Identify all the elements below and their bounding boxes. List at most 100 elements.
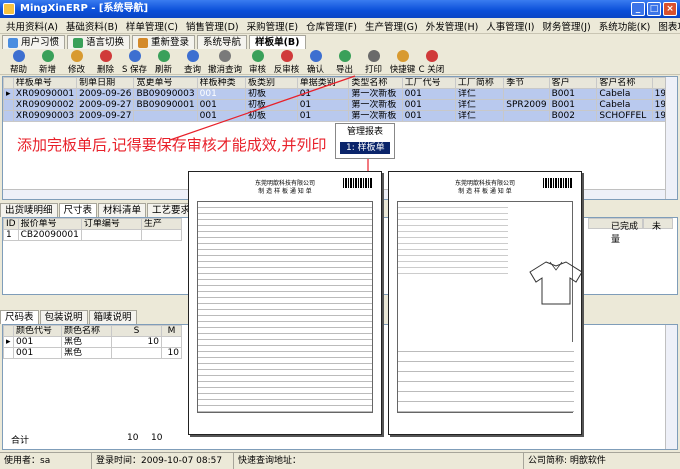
- shortcut-button[interactable]: 快捷键: [388, 49, 417, 75]
- close-button[interactable]: ×: [663, 2, 677, 16]
- popup-item-sample-order[interactable]: 1: 样板单: [340, 142, 390, 154]
- col-header[interactable]: 工厂简称: [454, 77, 505, 89]
- refresh-button[interactable]: 刷新: [149, 49, 178, 75]
- menu-item-charts[interactable]: 图表功能: [654, 19, 680, 33]
- doc-subtitle: 制 造 样 板 通 知 单: [258, 188, 312, 195]
- title-bar: MingXinERP - [系统导航] _ □ ×: [0, 0, 680, 18]
- doc-subtitle: 制 造 样 板 通 知 单: [458, 188, 512, 195]
- col-header[interactable]: 单据类别: [296, 77, 350, 89]
- col-header[interactable]: 工厂代号: [401, 77, 456, 89]
- export-button[interactable]: 导出: [330, 49, 359, 75]
- col-header[interactable]: 宽更单号: [133, 77, 198, 89]
- status-bar: 使用者：sa 登录时间：2009-10-07 08:57 快速查询地址： 公司简…: [0, 452, 680, 469]
- col-header[interactable]: 制单日期: [76, 77, 135, 89]
- report-popup-menu: 管理报表 1: 样板单: [335, 123, 395, 159]
- audit-button[interactable]: 审核: [243, 49, 272, 75]
- table-row[interactable]: XR09090003 2009-09-27 001 初板 01 第一次新板 001 详…: [3, 110, 677, 122]
- refresh-icon: [157, 50, 170, 62]
- col-header[interactable]: 客户名称: [596, 77, 653, 89]
- col-header[interactable]: 客户: [548, 77, 598, 89]
- printer-icon: [367, 50, 380, 62]
- popup-header: 管理报表: [346, 127, 383, 137]
- table-header-row: 样板单号 制单日期 宽更单号 样板种类 板类别 单据类别 类型名称 工厂代号 工…: [3, 77, 677, 89]
- tab-relogin[interactable]: 重新登录: [132, 35, 196, 49]
- delete-icon: [99, 50, 112, 62]
- status-user: 使用者：sa: [0, 453, 92, 469]
- tab-system-nav[interactable]: 系统导航: [197, 35, 248, 49]
- menu-item-system[interactable]: 系统功能(K): [595, 19, 655, 33]
- table-row[interactable]: XR09090002 2009-09-27 BB09090001 001 初板 01 …: [3, 99, 677, 111]
- col-header-completed[interactable]: 已完成量: [588, 218, 643, 245]
- total-m: 10: [151, 433, 163, 443]
- login-icon: [138, 37, 149, 48]
- barcode-icon: [543, 178, 573, 188]
- annotation-note: 添加完板单后,记得要保存审核才能成效,并列印: [17, 136, 327, 154]
- col-header-pending[interactable]: 未: [643, 218, 673, 232]
- delete-button[interactable]: 删除: [91, 49, 120, 75]
- confirm-icon: [309, 50, 322, 62]
- status-quick-query[interactable]: 快速查询地址：: [234, 453, 524, 469]
- menu-item-outsource[interactable]: 外发管理(H): [422, 19, 483, 33]
- col-header[interactable]: 样板单号: [12, 77, 78, 89]
- col-header[interactable]: 类型名称: [348, 77, 403, 89]
- print-button[interactable]: 打印: [359, 49, 388, 75]
- print-preview-page-left: 东莞明歆科技有限公司 制 造 样 板 通 知 单: [188, 171, 382, 435]
- menu-item-basic[interactable]: 基础资料(B): [62, 19, 122, 33]
- key-icon: [396, 50, 409, 62]
- window-title: MingXinERP - [系统导航]: [20, 3, 149, 14]
- status-login-time: 登录时间：2009-10-07 08:57: [92, 453, 234, 469]
- search-icon: [186, 50, 199, 62]
- menu-item-warehouse[interactable]: 仓库管理(F): [302, 19, 361, 33]
- table-row[interactable]: 1 CB20090001: [3, 229, 182, 241]
- close-icon: [425, 50, 438, 62]
- vertical-scrollbar[interactable]: [665, 77, 677, 199]
- table-header-row: 颜色代号 颜色名称 S M: [3, 325, 182, 337]
- query-button[interactable]: 查询: [178, 49, 207, 75]
- detail-tabs: 出货唛明细 尺寸表 材料清单 工艺要求 效: [0, 203, 216, 217]
- minimize-button[interactable]: _: [631, 2, 645, 16]
- maximize-button[interactable]: □: [647, 2, 661, 16]
- menu-item-shared[interactable]: 共用资料(A): [2, 19, 62, 33]
- cancel-query-button[interactable]: 撤消查询: [207, 49, 243, 75]
- unaudit-button[interactable]: 反审核: [272, 49, 301, 75]
- col-header[interactable]: 季节: [503, 77, 550, 89]
- menu-bar: 共用资料(A) 基础资料(B) 样单管理(C) 销售管理(D) 采购管理(E) …: [0, 18, 680, 34]
- help-button[interactable]: 帮助: [4, 49, 33, 75]
- app-logo-icon: [3, 3, 15, 15]
- edit-button[interactable]: 修改: [62, 49, 91, 75]
- tab-sample-order[interactable]: 样板单(B): [249, 35, 306, 49]
- status-company: 公司简称: 明歆软件: [528, 456, 606, 466]
- tab-packing[interactable]: 包装说明: [39, 310, 88, 324]
- menu-item-finance[interactable]: 财务管理(J): [539, 19, 595, 33]
- shirt-sketch-icon: [529, 261, 581, 305]
- save-button[interactable]: S 保存: [120, 49, 149, 75]
- quick-tabs: 用户习惯 语言切换 重新登录 系统导航 样板单(B): [0, 34, 680, 49]
- col-header[interactable]: 板类别: [245, 77, 298, 89]
- table-row[interactable]: ▸ XR09090001 2009-09-26 BB09090003 001 初板 0…: [3, 88, 677, 100]
- confirm-button[interactable]: 确认: [301, 49, 330, 75]
- save-icon: [128, 50, 141, 62]
- table-row[interactable]: ▸ 001 黑色 10: [3, 336, 182, 348]
- col-header[interactable]: 样板种类: [196, 77, 247, 89]
- tab-material-list[interactable]: 材料清单: [98, 203, 147, 217]
- edit-icon: [70, 50, 83, 62]
- menu-item-purchase[interactable]: 采购管理(E): [243, 19, 302, 33]
- total-s: 10: [127, 433, 139, 443]
- menu-item-hr[interactable]: 人事管理(I): [482, 19, 538, 33]
- toolbar: 帮助 新增 修改 删除 S 保存 刷新 查询 撤消查询 审核 反审核 确认 导出…: [0, 49, 680, 75]
- tab-user-habits[interactable]: 用户习惯: [2, 35, 66, 49]
- tab-carton-marks[interactable]: 箱唛说明: [88, 310, 137, 324]
- vertical-scrollbar[interactable]: [665, 325, 677, 449]
- menu-item-sample[interactable]: 样单管理(C): [122, 19, 182, 33]
- tab-shipping-marks[interactable]: 出货唛明细: [0, 203, 58, 217]
- tab-size-chart[interactable]: 尺寸表: [58, 203, 98, 217]
- table-header-row: ID 报价单号 订单编号 生产: [3, 218, 182, 230]
- tab-size-table[interactable]: 尺码表: [0, 310, 39, 324]
- table-row[interactable]: 001 黑色 10: [3, 347, 182, 359]
- tab-language[interactable]: 语言切换: [67, 35, 131, 49]
- menu-item-production[interactable]: 生产管理(G): [361, 19, 422, 33]
- new-button[interactable]: 新增: [33, 49, 62, 75]
- close-tab-button[interactable]: C 关闭: [417, 49, 446, 75]
- menu-item-sales[interactable]: 销售管理(D): [182, 19, 243, 33]
- new-icon: [41, 50, 54, 62]
